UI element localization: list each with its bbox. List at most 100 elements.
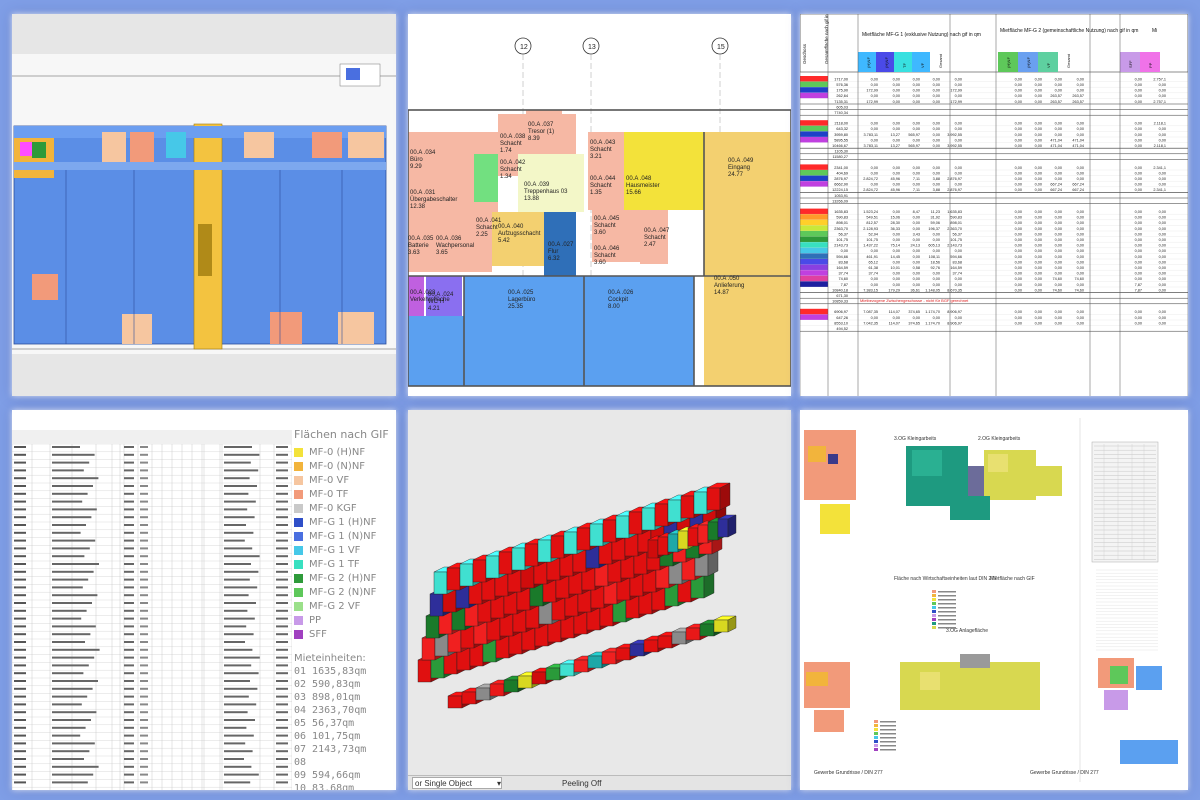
table-cell: 74,60 xyxy=(1074,277,1084,281)
table-cell: 172,99 xyxy=(866,89,878,93)
table-cell: 0,00 xyxy=(893,210,900,214)
table-cell: 0,00 xyxy=(1159,288,1166,292)
table-cell: 0,00 xyxy=(1135,260,1142,264)
svg-text:3.60: 3.60 xyxy=(594,230,606,236)
svg-text:2.25: 2.25 xyxy=(476,232,488,238)
table-cell: 59,06 xyxy=(930,221,940,225)
table-cell: 0,00 xyxy=(955,316,962,320)
legend-item: MF-0 TF xyxy=(294,487,394,501)
legend-label: MF-0 (H)NF xyxy=(309,446,366,458)
svg-text:Schacht: Schacht xyxy=(644,235,666,241)
table-cell: 0,00 xyxy=(913,272,920,276)
table-cell: 0,00 xyxy=(1055,260,1062,264)
table-cell: 0,00 xyxy=(1035,94,1042,98)
sheet-title-2: 2.OG Kleingarbeits xyxy=(978,436,1021,442)
table-cell: 0,00 xyxy=(1159,221,1166,225)
table-cell: 0,00 xyxy=(1135,210,1142,214)
table-cell: 0,00 xyxy=(913,255,920,259)
column-subheader: SFF xyxy=(1128,60,1133,68)
table-cell: 0,00 xyxy=(1159,89,1166,93)
table-cell: 0,00 xyxy=(933,316,940,320)
table-cell: 0,00 xyxy=(1159,277,1166,281)
unit-area-row: 06 101,75qm xyxy=(294,731,361,742)
table-cell: 0,00 xyxy=(1015,83,1022,87)
table-cell: 0,00 xyxy=(1135,316,1142,320)
table-cell: 0,00 xyxy=(1055,221,1062,225)
floorplan-overview-panel xyxy=(12,14,396,396)
table-cell: 2.363,70 xyxy=(947,227,962,231)
table-cell: 0,00 xyxy=(871,277,878,281)
svg-text:24.77: 24.77 xyxy=(728,172,744,178)
table-cell: 0,00 xyxy=(1055,272,1062,276)
table-cell: 0,00 xyxy=(1015,232,1022,236)
table-cell: 0,00 xyxy=(1015,216,1022,220)
table-cell: 0,00 xyxy=(871,183,878,187)
table-cell: 0,00 xyxy=(1077,210,1084,214)
table-cell: 0,00 xyxy=(893,77,900,81)
svg-text:00.A .040: 00.A .040 xyxy=(498,224,524,230)
table-cell: 7740,34 xyxy=(834,111,848,115)
svg-text:Schacht: Schacht xyxy=(476,225,498,231)
legend-swatch xyxy=(294,629,303,639)
table-cell: 0,00 xyxy=(1015,166,1022,170)
table-cell: 10859,33 xyxy=(832,300,848,304)
table-cell: 0,00 xyxy=(893,183,900,187)
svg-text:Lagerbüro: Lagerbüro xyxy=(508,297,536,303)
legend-label: MF-G 1 (N)NF xyxy=(309,530,377,542)
legend-swatch xyxy=(294,545,303,555)
floorplan-detail-panel: 00.A .037 Tresor (1) 8.39 00.A .034 Büro 9.2… xyxy=(408,14,791,396)
table-cell: 0,00 xyxy=(1135,232,1142,236)
group1-title: Mietfläche MF-G 1 (exklusive Nutzung) na… xyxy=(862,32,981,38)
svg-text:25.35: 25.35 xyxy=(508,304,524,310)
legend-swatch xyxy=(294,503,303,513)
table-cell: 898,01 xyxy=(836,221,848,225)
svg-text:12.38: 12.38 xyxy=(410,204,426,210)
table-cell: 0,00 xyxy=(1077,316,1084,320)
table-cell: 0,00 xyxy=(1077,227,1084,231)
table-cell: 0,00 xyxy=(1035,227,1042,231)
unit-area-row: 08 xyxy=(294,757,307,768)
table-cell: 0,00 xyxy=(1135,321,1142,325)
legend-swatch xyxy=(294,615,303,625)
building-3d-model[interactable] xyxy=(408,410,791,776)
svg-text:4.21: 4.21 xyxy=(428,306,440,312)
table-cell: 0,00 xyxy=(1135,227,1142,231)
table-cell: 0,00 xyxy=(1035,244,1042,248)
table-cell: 667,24 xyxy=(1072,188,1084,192)
svg-text:00.A .049: 00.A .049 xyxy=(728,158,754,164)
table-cell: 0,00 xyxy=(1015,321,1022,325)
legend-swatch xyxy=(294,587,303,597)
table-cell: 172,99 xyxy=(866,100,878,104)
table-cell: 1.174,70 xyxy=(925,310,940,314)
table-cell: 0,00 xyxy=(871,127,878,131)
table-cell: 7,87 xyxy=(1135,288,1142,292)
table-cell: 0,00 xyxy=(871,283,878,287)
svg-text:Schacht: Schacht xyxy=(590,147,612,153)
table-cell: 61,38 xyxy=(868,266,878,270)
table-cell: 13,27 xyxy=(890,144,900,148)
table-cell: 647,26 xyxy=(836,316,848,320)
table-cell: 0,00 xyxy=(1015,316,1022,320)
unit-area-row: 10 83,68qm xyxy=(294,783,355,790)
table-cell: 0,00 xyxy=(1015,288,1022,292)
table-cell: 590,83 xyxy=(950,216,962,220)
table-cell: 1053,91 xyxy=(834,194,848,198)
table-cell: 0,00 xyxy=(1035,183,1042,187)
table-cell: 0,00 xyxy=(893,94,900,98)
table-cell: 3.783,11 xyxy=(864,144,879,148)
table-cell: 0,00 xyxy=(913,227,920,231)
table-cell: 0,00 xyxy=(1135,127,1142,131)
svg-text:00.A .048: 00.A .048 xyxy=(626,176,652,182)
table-cell: 0,00 xyxy=(1077,249,1084,253)
table-cell: 175,90 xyxy=(836,89,848,93)
table-cell: 0,00 xyxy=(871,166,878,170)
table-cell: 0,00 xyxy=(1077,122,1084,126)
table-cell: 0,00 xyxy=(893,249,900,253)
table-cell: 6662,90 xyxy=(834,183,848,187)
legend-item: MF-G 1 TF xyxy=(294,557,394,571)
selection-mode-select[interactable]: or Single Object ▾ xyxy=(412,777,502,789)
legend-label: MF-G 1 TF xyxy=(309,558,360,570)
table-cell: 0,00 xyxy=(1035,216,1042,220)
table-cell: 56,37 xyxy=(838,232,848,236)
table-cell: 1.437,22 xyxy=(863,244,878,248)
